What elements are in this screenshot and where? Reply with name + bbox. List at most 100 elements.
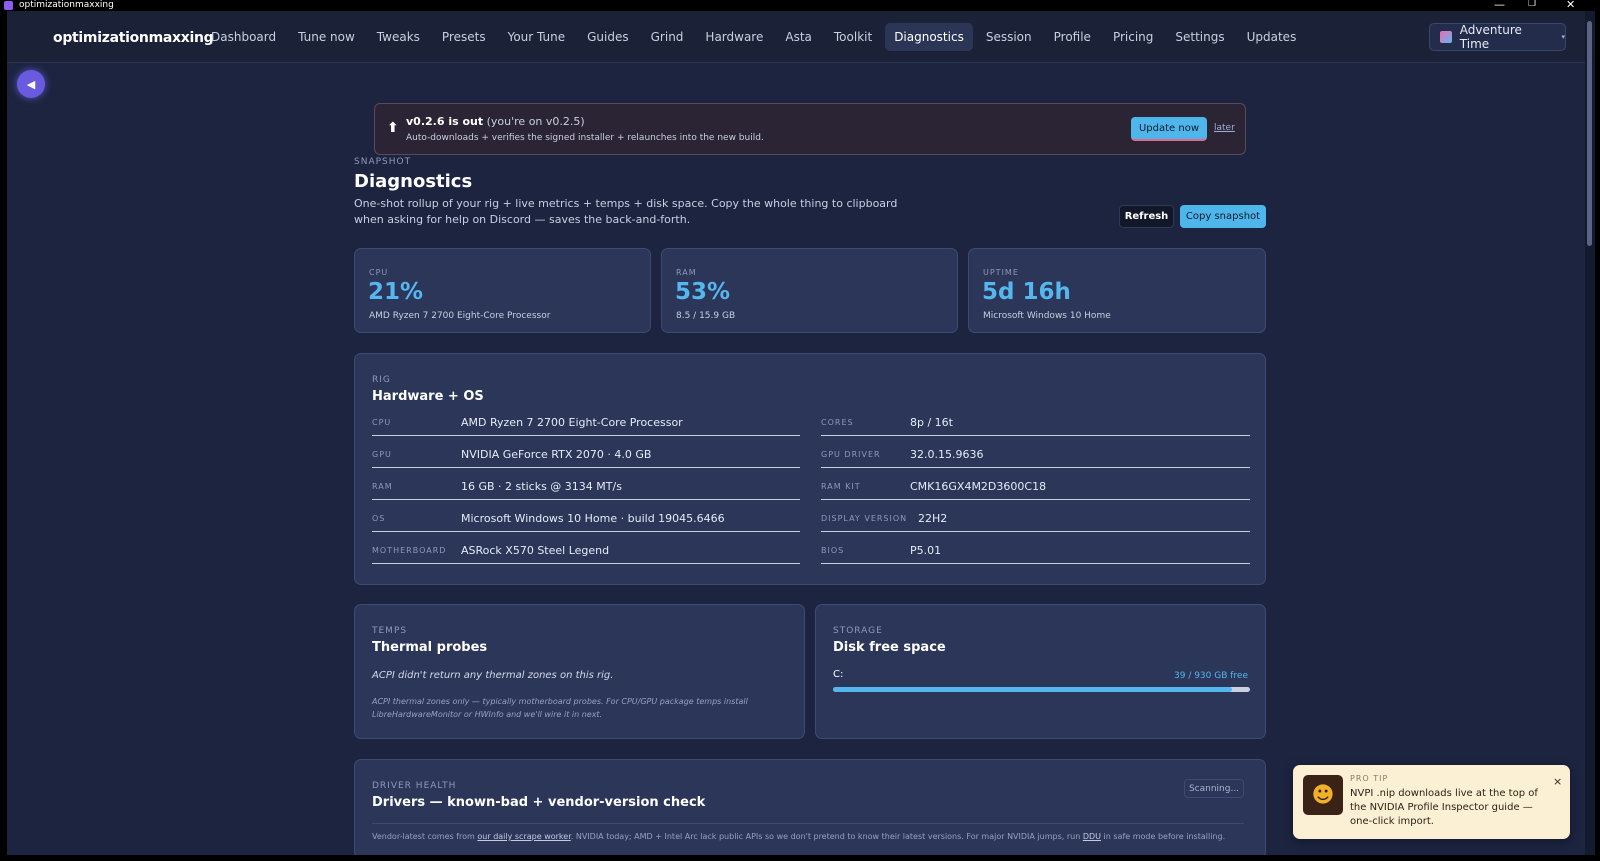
spec-key: BIOS bbox=[821, 546, 845, 555]
spec-key: CORES bbox=[821, 418, 854, 427]
drivers-card: DRIVER HEALTH Drivers — known-bad + vend… bbox=[354, 759, 1266, 859]
nav-item-grind[interactable]: Grind bbox=[642, 23, 693, 51]
spec-row-os: OS Microsoft Windows 10 Home · build 190… bbox=[372, 506, 800, 532]
spec-key: GPU DRIVER bbox=[821, 450, 881, 459]
section-title: Drivers — known-bad + vendor-version che… bbox=[372, 795, 706, 810]
note-text: in safe mode before installing. bbox=[1101, 832, 1226, 841]
window-titlebar: optimizationmaxxing — ❐ ✕ bbox=[0, 0, 1600, 11]
spec-value: 32.0.15.9636 bbox=[910, 448, 984, 461]
nav-item-guides[interactable]: Guides bbox=[578, 23, 638, 51]
later-link[interactable]: later bbox=[1214, 123, 1235, 133]
snapshot-eyebrow: SNAPSHOT bbox=[354, 157, 412, 167]
disk-usage-fill bbox=[833, 687, 1233, 692]
spec-value: NVIDIA GeForce RTX 2070 · 4.0 GB bbox=[461, 448, 652, 461]
section-eyebrow: TEMPS bbox=[372, 626, 408, 636]
spec-value: 22H2 bbox=[918, 512, 948, 525]
toast-eyebrow: PRO TIP bbox=[1350, 774, 1389, 783]
spec-key: CPU bbox=[372, 418, 392, 427]
nav-item-session[interactable]: Session bbox=[977, 23, 1041, 51]
top-nav: optimizationmaxxing Dashboard Tune now Twe… bbox=[7, 11, 1585, 63]
close-window-icon[interactable]: ✕ bbox=[1566, 0, 1575, 11]
section-eyebrow: RIG bbox=[372, 375, 391, 385]
spec-key: DISPLAY VERSION bbox=[821, 514, 908, 523]
theme-selector[interactable]: Adventure Time ▾ bbox=[1429, 23, 1566, 51]
spec-key: RAM KIT bbox=[821, 482, 861, 491]
nav-item-toolkit[interactable]: Toolkit bbox=[825, 23, 881, 51]
stat-value: 21% bbox=[368, 279, 424, 305]
maximize-icon[interactable]: ❐ bbox=[1528, 0, 1536, 11]
spec-row-display-version: DISPLAY VERSION 22H2 bbox=[821, 506, 1250, 532]
stat-sub: AMD Ryzen 7 2700 Eight-Core Processor bbox=[369, 311, 551, 321]
spec-row-ram-kit: RAM KIT CMK16GX4M2D3600C18 bbox=[821, 474, 1250, 500]
nav-item-updates[interactable]: Updates bbox=[1238, 23, 1306, 51]
spec-row-gpu: GPU NVIDIA GeForce RTX 2070 · 4.0 GB bbox=[372, 442, 800, 468]
nav-item-profile[interactable]: Profile bbox=[1045, 23, 1100, 51]
update-now-button[interactable]: Update now bbox=[1131, 117, 1207, 141]
spec-key: OS bbox=[372, 514, 386, 523]
rig-card: RIG Hardware + OS CPU AMD Ryzen 7 2700 E… bbox=[354, 353, 1266, 585]
window-frame-right bbox=[1595, 11, 1600, 861]
stat-value: 5d 16h bbox=[982, 279, 1071, 305]
section-eyebrow: STORAGE bbox=[833, 626, 883, 636]
scan-status-badge: Scanning... bbox=[1184, 779, 1244, 798]
temps-card: TEMPS Thermal probes ACPI didn't return … bbox=[354, 604, 805, 739]
window-title: optimizationmaxxing bbox=[19, 0, 114, 10]
theme-swatch-icon bbox=[1440, 31, 1452, 43]
ram-stat-card: RAM 53% 8.5 / 15.9 GB bbox=[661, 248, 958, 333]
temps-note: ACPI thermal zones only — typically moth… bbox=[372, 697, 748, 719]
toast-text: NVPI .nip downloads live at the top of t… bbox=[1350, 788, 1538, 827]
section-eyebrow: DRIVER HEALTH bbox=[372, 781, 457, 791]
ddu-link[interactable]: DDU bbox=[1083, 832, 1101, 841]
chevron-down-icon: ▾ bbox=[1561, 33, 1565, 41]
nav-item-asta[interactable]: Asta bbox=[776, 23, 821, 51]
section-title: Thermal probes bbox=[372, 640, 488, 655]
nav-item-tweaks[interactable]: Tweaks bbox=[368, 23, 429, 51]
nav-item-diagnostics[interactable]: Diagnostics bbox=[885, 23, 973, 51]
new-version: v0.2.6 is out bbox=[406, 115, 484, 128]
storage-card: STORAGE Disk free space C: 39 / 930 GB f… bbox=[815, 604, 1266, 739]
uptime-stat-card: UPTIME 5d 16h Microsoft Windows 10 Home bbox=[968, 248, 1266, 333]
mascot-avatar-icon: ☻ bbox=[1303, 775, 1343, 815]
drive-free-text: 39 / 930 GB free bbox=[1174, 671, 1248, 681]
spec-key: RAM bbox=[372, 482, 393, 491]
spec-value: 16 GB · 2 sticks @ 3134 MT/s bbox=[461, 480, 622, 493]
page-scrollbar[interactable] bbox=[1585, 11, 1595, 855]
close-icon[interactable]: × bbox=[1553, 775, 1562, 788]
refresh-button[interactable]: Refresh bbox=[1119, 205, 1174, 228]
spec-value: AMD Ryzen 7 2700 Eight-Core Processor bbox=[461, 416, 683, 429]
nav-item-pricing[interactable]: Pricing bbox=[1104, 23, 1162, 51]
spec-row-bios: BIOS P5.01 bbox=[821, 538, 1250, 564]
nav-item-dashboard[interactable]: Dashboard bbox=[202, 23, 285, 51]
copy-snapshot-button[interactable]: Copy snapshot bbox=[1180, 205, 1266, 228]
stat-label: UPTIME bbox=[983, 268, 1019, 277]
spec-row-cores: CORES 8p / 16t bbox=[821, 410, 1250, 436]
update-banner: ⬆ v0.2.6 is out (you're on v0.2.5) Auto-… bbox=[374, 103, 1246, 155]
spec-row-gpu-driver: GPU DRIVER 32.0.15.9636 bbox=[821, 442, 1250, 468]
back-arrow-icon[interactable]: ◀ bbox=[17, 70, 45, 98]
app-icon bbox=[4, 1, 13, 10]
scrape-worker-link[interactable]: our daily scrape worker bbox=[477, 832, 570, 841]
scrollbar-thumb[interactable] bbox=[1587, 21, 1592, 246]
spec-row-cpu: CPU AMD Ryzen 7 2700 Eight-Core Processo… bbox=[372, 410, 800, 436]
brand-logo[interactable]: optimizationmaxxing bbox=[53, 30, 214, 46]
nav-item-settings[interactable]: Settings bbox=[1166, 23, 1233, 51]
banner-title: v0.2.6 is out (you're on v0.2.5) bbox=[406, 115, 585, 128]
banner-subtitle: Auto-downloads + verifies the signed ins… bbox=[406, 133, 764, 143]
nav-item-tune-now[interactable]: Tune now bbox=[289, 23, 364, 51]
window-frame-left bbox=[0, 11, 7, 861]
minimize-icon[interactable]: — bbox=[1494, 0, 1505, 11]
nav-item-presets[interactable]: Presets bbox=[433, 23, 495, 51]
note-text: . NVIDIA today; AMD + Intel Arc lack pub… bbox=[570, 832, 1083, 841]
page-description: One-shot rollup of your rig + live metri… bbox=[354, 197, 898, 226]
spec-row-ram: RAM 16 GB · 2 sticks @ 3134 MT/s bbox=[372, 474, 800, 500]
stat-sub: 8.5 / 15.9 GB bbox=[676, 311, 736, 321]
page-title: Diagnostics bbox=[354, 171, 473, 192]
nav-item-hardware[interactable]: Hardware bbox=[696, 23, 772, 51]
temps-message: ACPI didn't return any thermal zones on … bbox=[372, 670, 614, 681]
drivers-note: Vendor-latest comes from our daily scrap… bbox=[372, 832, 1225, 841]
disk-usage-bar bbox=[833, 687, 1250, 692]
stat-sub: Microsoft Windows 10 Home bbox=[983, 311, 1111, 321]
nav-item-your-tune[interactable]: Your Tune bbox=[499, 23, 575, 51]
stat-label: RAM bbox=[676, 268, 697, 277]
spec-value: 8p / 16t bbox=[910, 416, 953, 429]
